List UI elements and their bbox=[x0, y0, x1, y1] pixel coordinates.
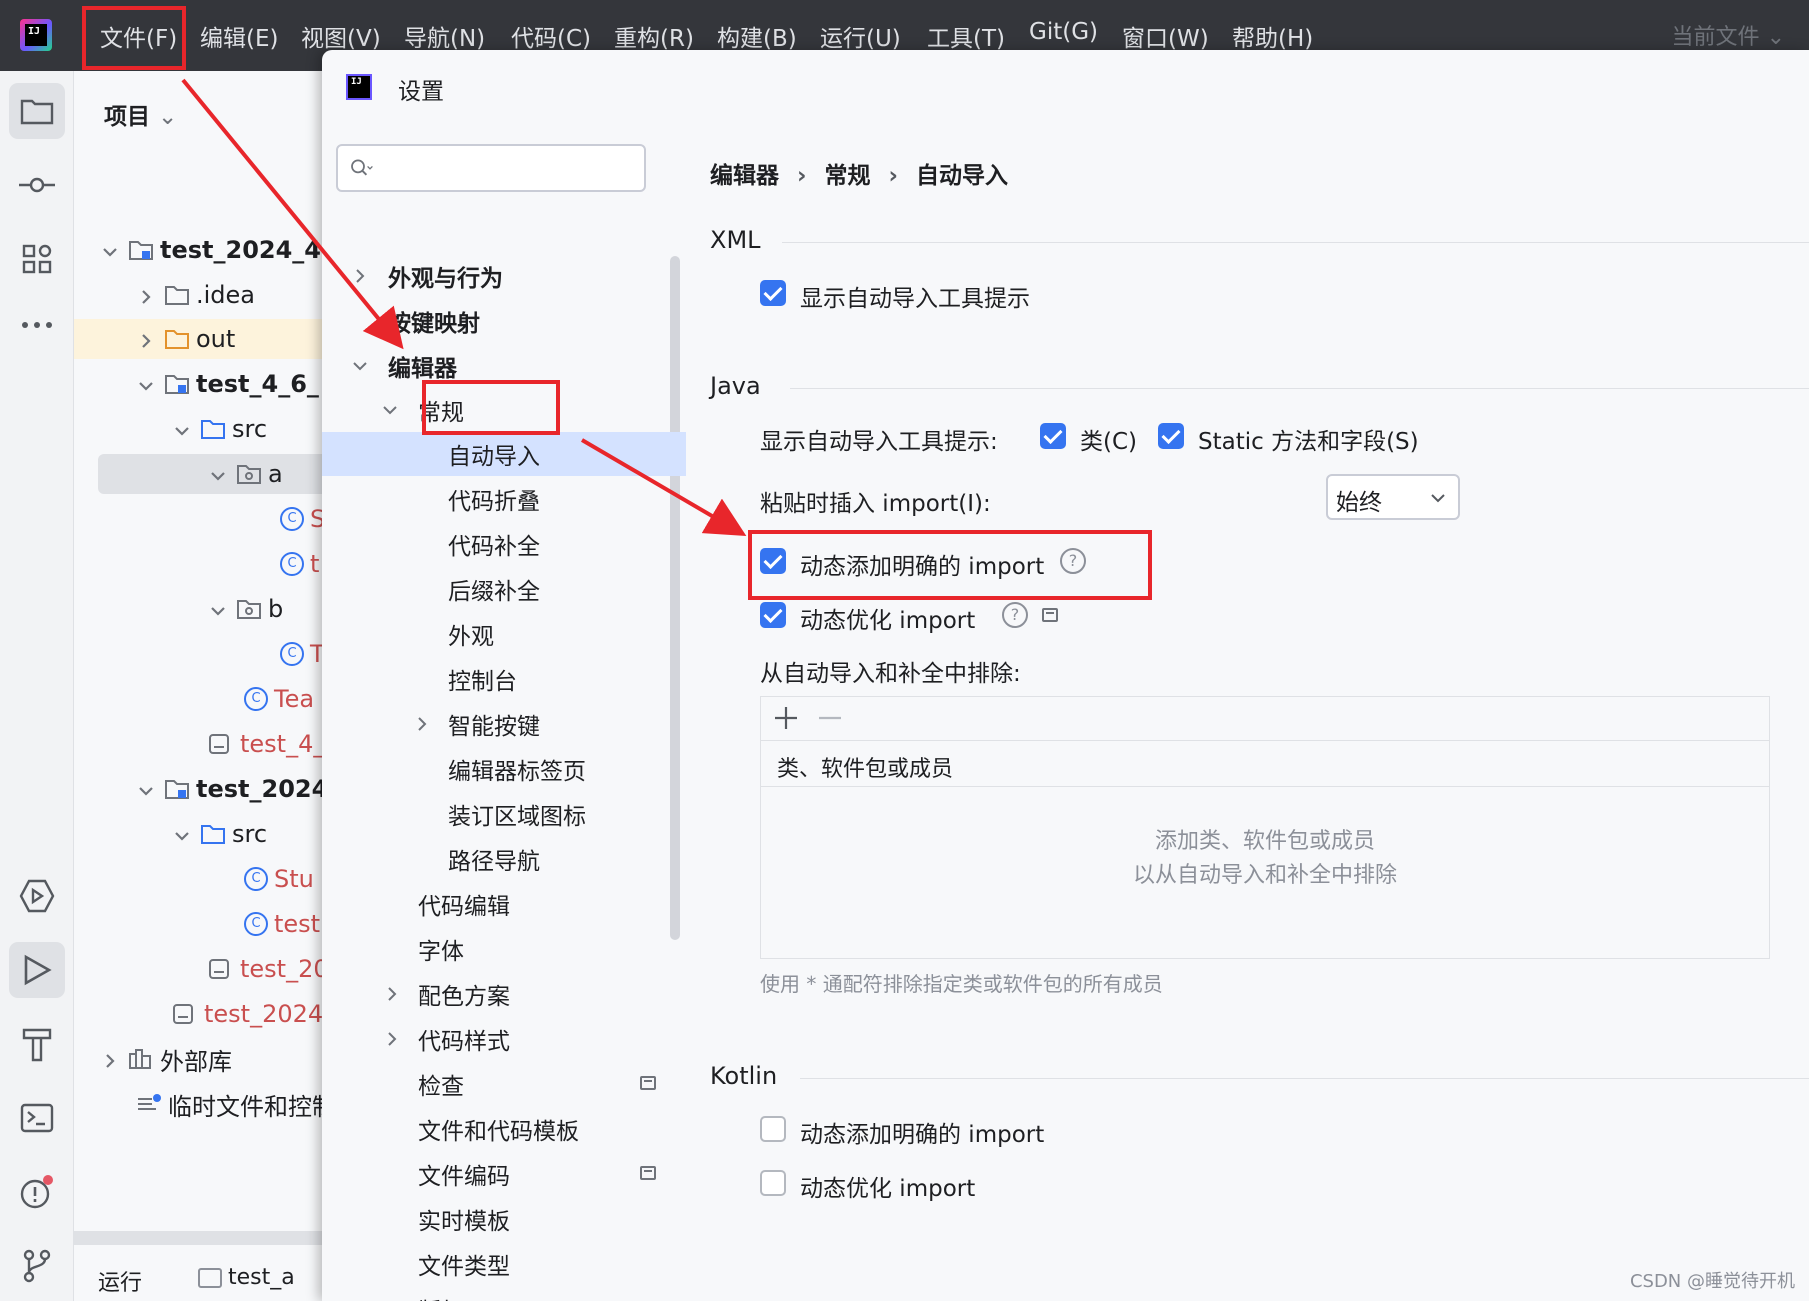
annotation-arrows bbox=[181, 78, 747, 537]
watermark: CSDN @睡觉待开机 bbox=[1629, 1271, 1795, 1292]
annotation-arrow bbox=[580, 438, 747, 537]
annotation-arrow bbox=[181, 78, 404, 350]
